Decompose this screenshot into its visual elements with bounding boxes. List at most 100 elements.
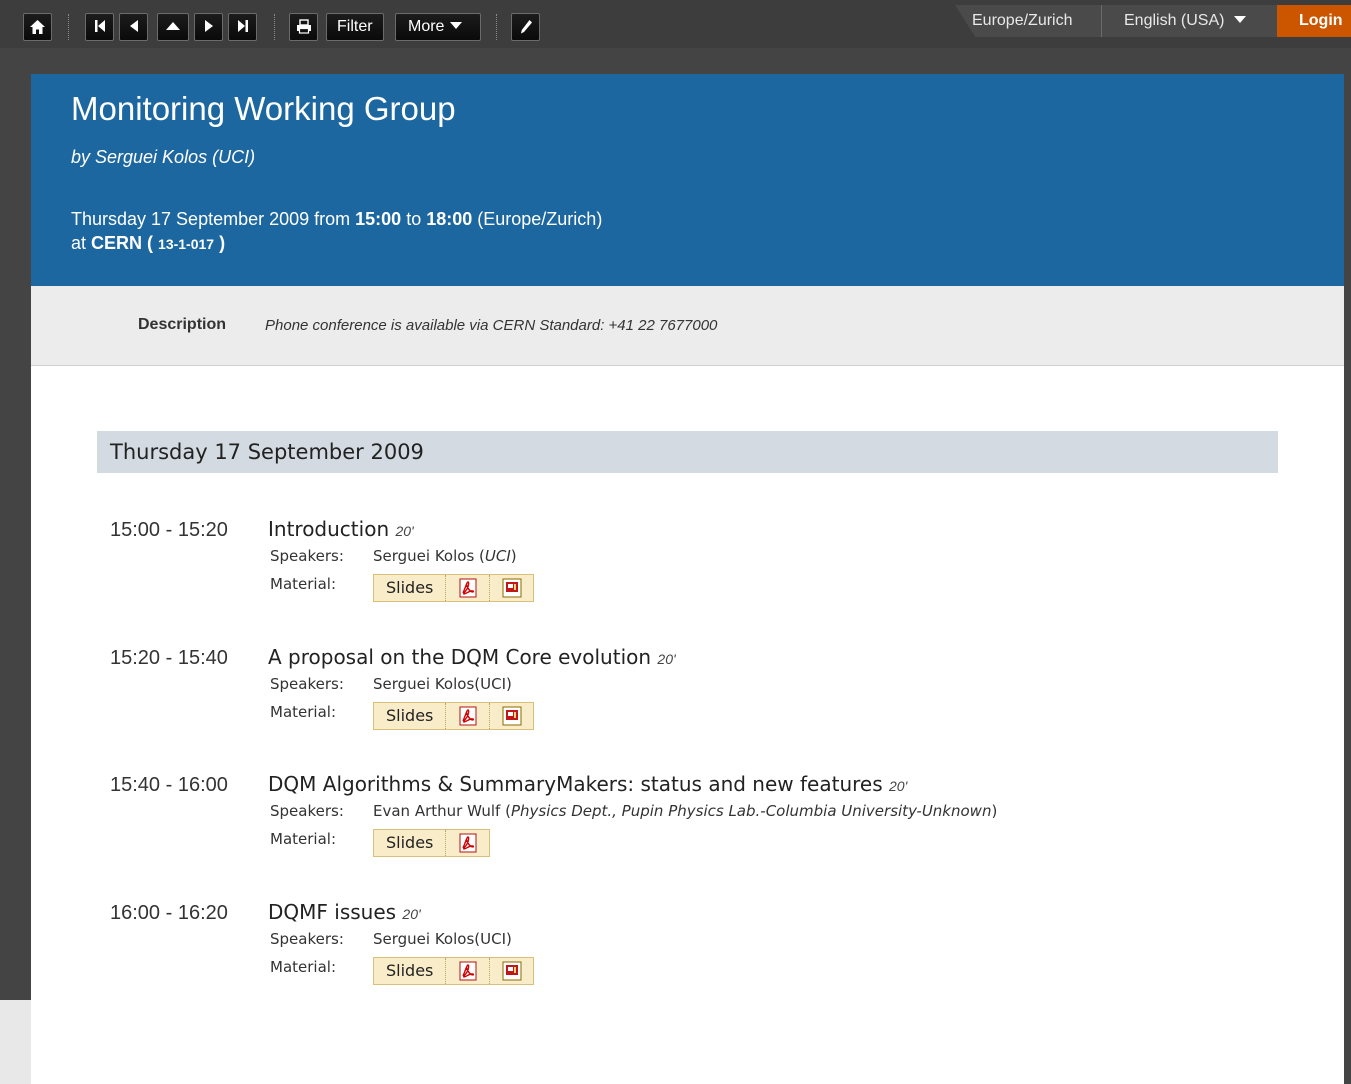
day-header: Thursday 17 September 2009	[97, 431, 1278, 473]
speaker-name: Serguei Kolos(UCI)	[373, 675, 512, 693]
pdf-link[interactable]	[445, 958, 489, 984]
pdf-icon	[459, 706, 477, 726]
room-close: )	[214, 233, 226, 253]
contribution-title[interactable]: A proposal on the DQM Core evolution 20'	[268, 645, 676, 669]
home-icon	[30, 20, 45, 34]
contribution-duration: 20'	[889, 778, 908, 794]
speaker-close: )	[510, 547, 517, 565]
contribution-title-text: Introduction	[268, 517, 390, 541]
speaker-name: Serguei Kolos (UCI)	[373, 547, 517, 565]
pdf-icon	[459, 961, 477, 981]
event-datetime: Thursday 17 September 2009 from 15:00 to…	[71, 207, 602, 256]
slides-link[interactable]: Slides	[374, 958, 445, 984]
speaker-affiliation: UCI	[484, 547, 511, 565]
contribution-time: 15:00 - 15:20	[110, 519, 228, 541]
toolbar-separator	[68, 14, 69, 40]
next-event-button[interactable]	[194, 13, 223, 41]
event-room: 13-1-017	[158, 236, 215, 252]
event-header: Monitoring Working Group by Serguei Kolo…	[31, 74, 1344, 286]
ppt-icon	[502, 578, 522, 598]
description-label: Description	[138, 316, 227, 333]
toolbar-separator	[496, 14, 497, 40]
day-title: Thursday 17 September 2009	[110, 440, 424, 464]
slides-link[interactable]: Slides	[374, 830, 445, 856]
previous-event-button[interactable]	[119, 13, 148, 41]
contribution-title[interactable]: DQMF issues 20'	[268, 900, 421, 924]
speaker-name: Evan Arthur Wulf (Physics Dept., Pupin P…	[373, 802, 997, 820]
speaker-text: Serguei Kolos (	[373, 547, 485, 565]
first-event-button[interactable]	[85, 13, 114, 41]
pdf-link[interactable]	[445, 575, 489, 601]
speaker-close: )	[991, 802, 998, 820]
material-label: Material:	[270, 830, 336, 848]
last-event-button[interactable]	[228, 13, 257, 41]
contribution-title-text: DQM Algorithms & SummaryMakers: status a…	[268, 772, 883, 796]
ppt-link[interactable]	[489, 958, 533, 984]
contribution-item: 15:20 - 15:40 A proposal on the DQM Core…	[97, 645, 1278, 735]
more-label: More	[408, 18, 445, 35]
ppt-icon	[502, 961, 522, 981]
contribution-title[interactable]: DQM Algorithms & SummaryMakers: status a…	[268, 772, 907, 796]
contribution-time: 15:40 - 16:00	[110, 774, 228, 796]
event-title: Monitoring Working Group	[71, 90, 456, 127]
speakers-label: Speakers:	[270, 930, 344, 948]
pdf-link[interactable]	[445, 703, 489, 729]
contribution-time: 16:00 - 16:20	[110, 902, 228, 924]
home-button[interactable]	[23, 13, 52, 41]
material-label: Material:	[270, 958, 336, 976]
date-prefix: Thursday 17 September 2009 from	[71, 209, 356, 229]
pdf-icon	[459, 833, 477, 853]
description-text: Phone conference is available via CERN S…	[265, 317, 718, 334]
event-page: Monitoring Working Group by Serguei Kolo…	[31, 74, 1344, 1084]
login-button[interactable]: Login	[1277, 5, 1351, 37]
slides-link[interactable]: Slides	[374, 703, 445, 729]
ppt-link[interactable]	[489, 703, 533, 729]
contribution-title[interactable]: Introduction 20'	[268, 517, 414, 541]
top-toolbar: Filter More Europe/Zurich English (USA) …	[0, 0, 1351, 48]
ppt-icon	[502, 706, 522, 726]
slides-link[interactable]: Slides	[374, 575, 445, 601]
contribution-item: 16:00 - 16:20 DQMF issues 20' Speakers: …	[97, 900, 1278, 990]
at-text: at	[71, 233, 92, 253]
material-label: Material:	[270, 703, 336, 721]
pdf-icon	[459, 578, 477, 598]
up-category-button[interactable]	[157, 13, 189, 41]
chevron-down-icon	[1234, 16, 1247, 24]
timezone-suffix: (Europe/Zurich)	[472, 209, 603, 229]
pdf-link[interactable]	[445, 830, 489, 856]
chevron-down-icon	[450, 22, 463, 30]
description-section: Description Phone conference is availabl…	[31, 286, 1344, 366]
print-button[interactable]	[289, 13, 318, 41]
up-icon	[166, 22, 180, 30]
speakers-label: Speakers:	[270, 802, 344, 820]
filter-button[interactable]: Filter	[326, 13, 384, 41]
last-icon	[237, 20, 248, 32]
timezone-selector[interactable]: Europe/Zurich	[955, 5, 1101, 37]
material-box: Slides	[373, 574, 535, 602]
speakers-label: Speakers:	[270, 675, 344, 693]
left-edge-strip	[0, 1000, 31, 1084]
speaker-affiliation: Physics Dept., Pupin Physics Lab.-Columb…	[510, 802, 992, 820]
speakers-label: Speakers:	[270, 547, 344, 565]
contribution-title-text: DQMF issues	[268, 900, 397, 924]
timezone-label: Europe/Zurich	[972, 12, 1073, 29]
language-selector[interactable]: English (USA)	[1101, 5, 1277, 37]
end-time: 18:00	[426, 209, 473, 229]
material-box: Slides	[373, 829, 491, 857]
pencil-icon	[520, 20, 532, 34]
filter-label: Filter	[337, 18, 373, 35]
contribution-duration: 20'	[395, 523, 414, 539]
login-label: Login	[1299, 12, 1343, 29]
material-box: Slides	[373, 702, 535, 730]
material-box: Slides	[373, 957, 535, 985]
contribution-time: 15:20 - 15:40	[110, 647, 228, 669]
previous-icon	[129, 20, 138, 32]
to-text: to	[401, 209, 427, 229]
more-dropdown[interactable]: More	[395, 13, 481, 41]
speaker-text: Evan Arthur Wulf (	[373, 802, 511, 820]
speaker-name: Serguei Kolos(UCI)	[373, 930, 512, 948]
ppt-link[interactable]	[489, 575, 533, 601]
edit-button[interactable]	[511, 13, 540, 41]
contribution-duration: 20'	[402, 906, 421, 922]
start-time: 15:00	[355, 209, 402, 229]
